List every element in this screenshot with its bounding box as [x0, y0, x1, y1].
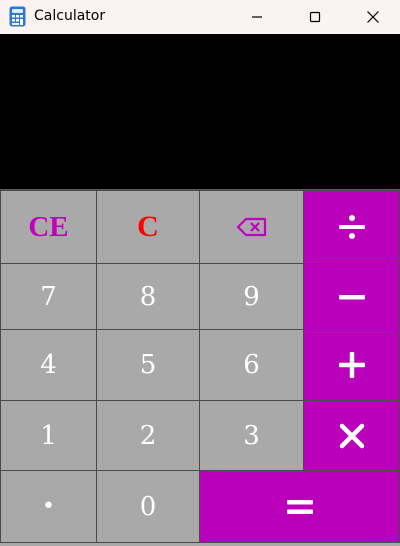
close-button[interactable] — [344, 0, 400, 34]
calculator-display — [0, 34, 400, 189]
subtract-button[interactable] — [303, 263, 400, 330]
digit-9-label: 9 — [243, 281, 260, 312]
close-icon — [367, 11, 379, 23]
digit-9-button[interactable]: 9 — [199, 263, 304, 330]
digit-8-label: 8 — [139, 281, 157, 312]
equals-button[interactable] — [199, 470, 400, 543]
multiply-icon — [339, 423, 364, 448]
maximize-button[interactable] — [286, 0, 344, 34]
digit-8-button[interactable]: 8 — [96, 263, 200, 330]
divide-icon — [338, 215, 365, 239]
digit-3-label: 3 — [243, 420, 260, 451]
clear-entry-label: CE — [28, 210, 69, 243]
digit-7-label: 7 — [40, 281, 57, 312]
clear-entry-button[interactable]: CE — [0, 190, 97, 264]
decimal-label: • — [42, 494, 55, 519]
digit-4-label: 4 — [40, 350, 57, 380]
multiply-button[interactable] — [303, 400, 400, 471]
maximize-icon — [309, 11, 321, 23]
digit-5-button[interactable]: 5 — [96, 329, 200, 401]
minimize-icon — [252, 16, 262, 18]
equals-icon — [286, 499, 313, 514]
plus-icon — [338, 352, 365, 378]
clear-button[interactable]: C — [96, 190, 200, 264]
backspace-button[interactable] — [199, 190, 304, 264]
digit-0-button[interactable]: 0 — [96, 470, 200, 543]
minimize-button[interactable] — [228, 0, 286, 34]
minus-icon — [338, 294, 365, 299]
decimal-button[interactable]: • — [0, 470, 97, 543]
digit-1-label: 1 — [40, 420, 57, 451]
calculator-icon — [9, 6, 26, 27]
digit-6-label: 6 — [243, 350, 260, 380]
divide-button[interactable] — [303, 190, 400, 264]
digit-3-button[interactable]: 3 — [199, 400, 304, 471]
digit-0-label: 0 — [139, 491, 157, 522]
digit-5-label: 5 — [139, 350, 157, 380]
title-bar: Calculator — [0, 0, 400, 34]
digit-6-button[interactable]: 6 — [199, 329, 304, 401]
digit-4-button[interactable]: 4 — [0, 329, 97, 401]
digit-2-label: 2 — [139, 420, 157, 451]
window-title: Calculator — [34, 8, 106, 24]
digit-7-button[interactable]: 7 — [0, 263, 97, 330]
clear-label: C — [137, 210, 159, 243]
digit-1-button[interactable]: 1 — [0, 400, 97, 471]
backspace-icon — [236, 217, 266, 237]
digit-2-button[interactable]: 2 — [96, 400, 200, 471]
add-button[interactable] — [303, 329, 400, 401]
